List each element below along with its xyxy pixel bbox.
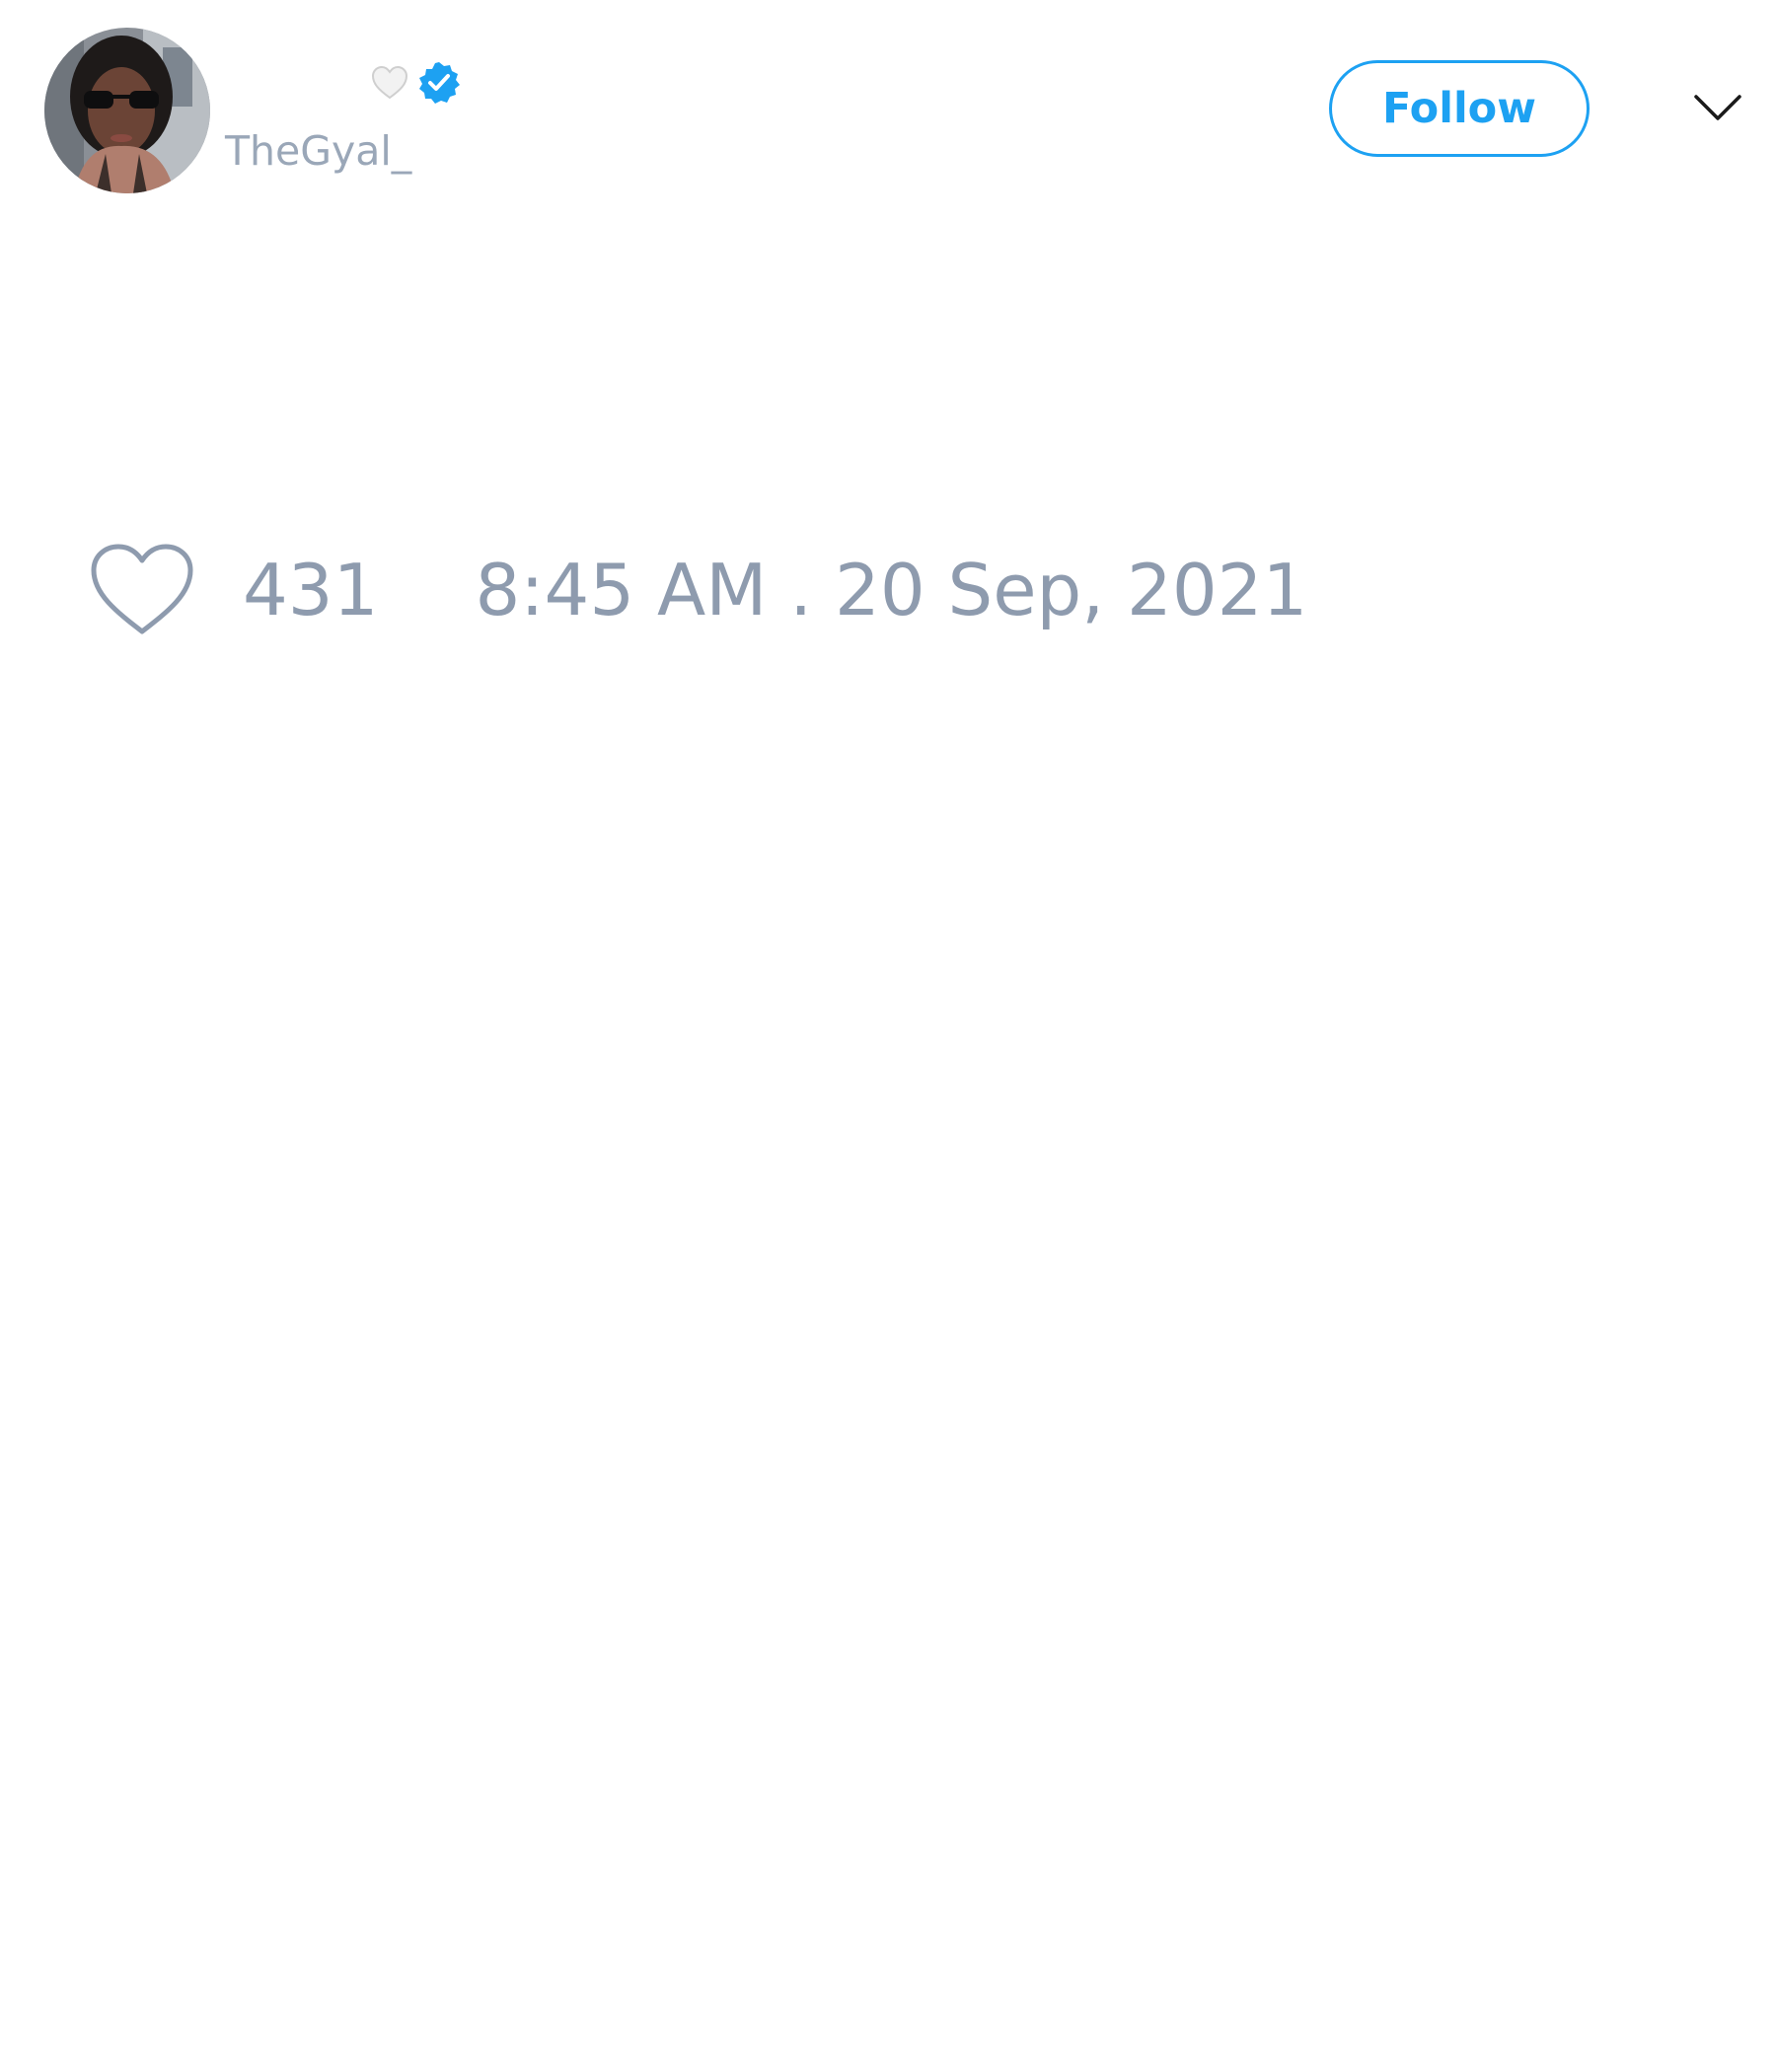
verified-badge-icon: [416, 60, 462, 106]
tweet-timestamp[interactable]: 8:45 AM . 20 Sep, 2021: [475, 543, 1307, 637]
follow-button[interactable]: Follow: [1329, 60, 1590, 157]
display-name[interactable]: [371, 59, 462, 107]
tweet-footer: 431 8:45 AM . 20 Sep, 2021: [89, 541, 1307, 639]
heart-outline-icon[interactable]: [89, 543, 195, 637]
chevron-down-icon[interactable]: [1693, 91, 1742, 126]
user-handle[interactable]: TheGyal_: [225, 126, 411, 176]
like-count: 431: [243, 549, 379, 631]
avatar-photo: [44, 28, 210, 193]
avatar[interactable]: [44, 28, 210, 193]
white-heart-emoji: [371, 65, 408, 101]
tweet-card: TheGyal_ Follow 431 8:45 AM . 20 Sep, 20…: [0, 0, 1776, 2072]
